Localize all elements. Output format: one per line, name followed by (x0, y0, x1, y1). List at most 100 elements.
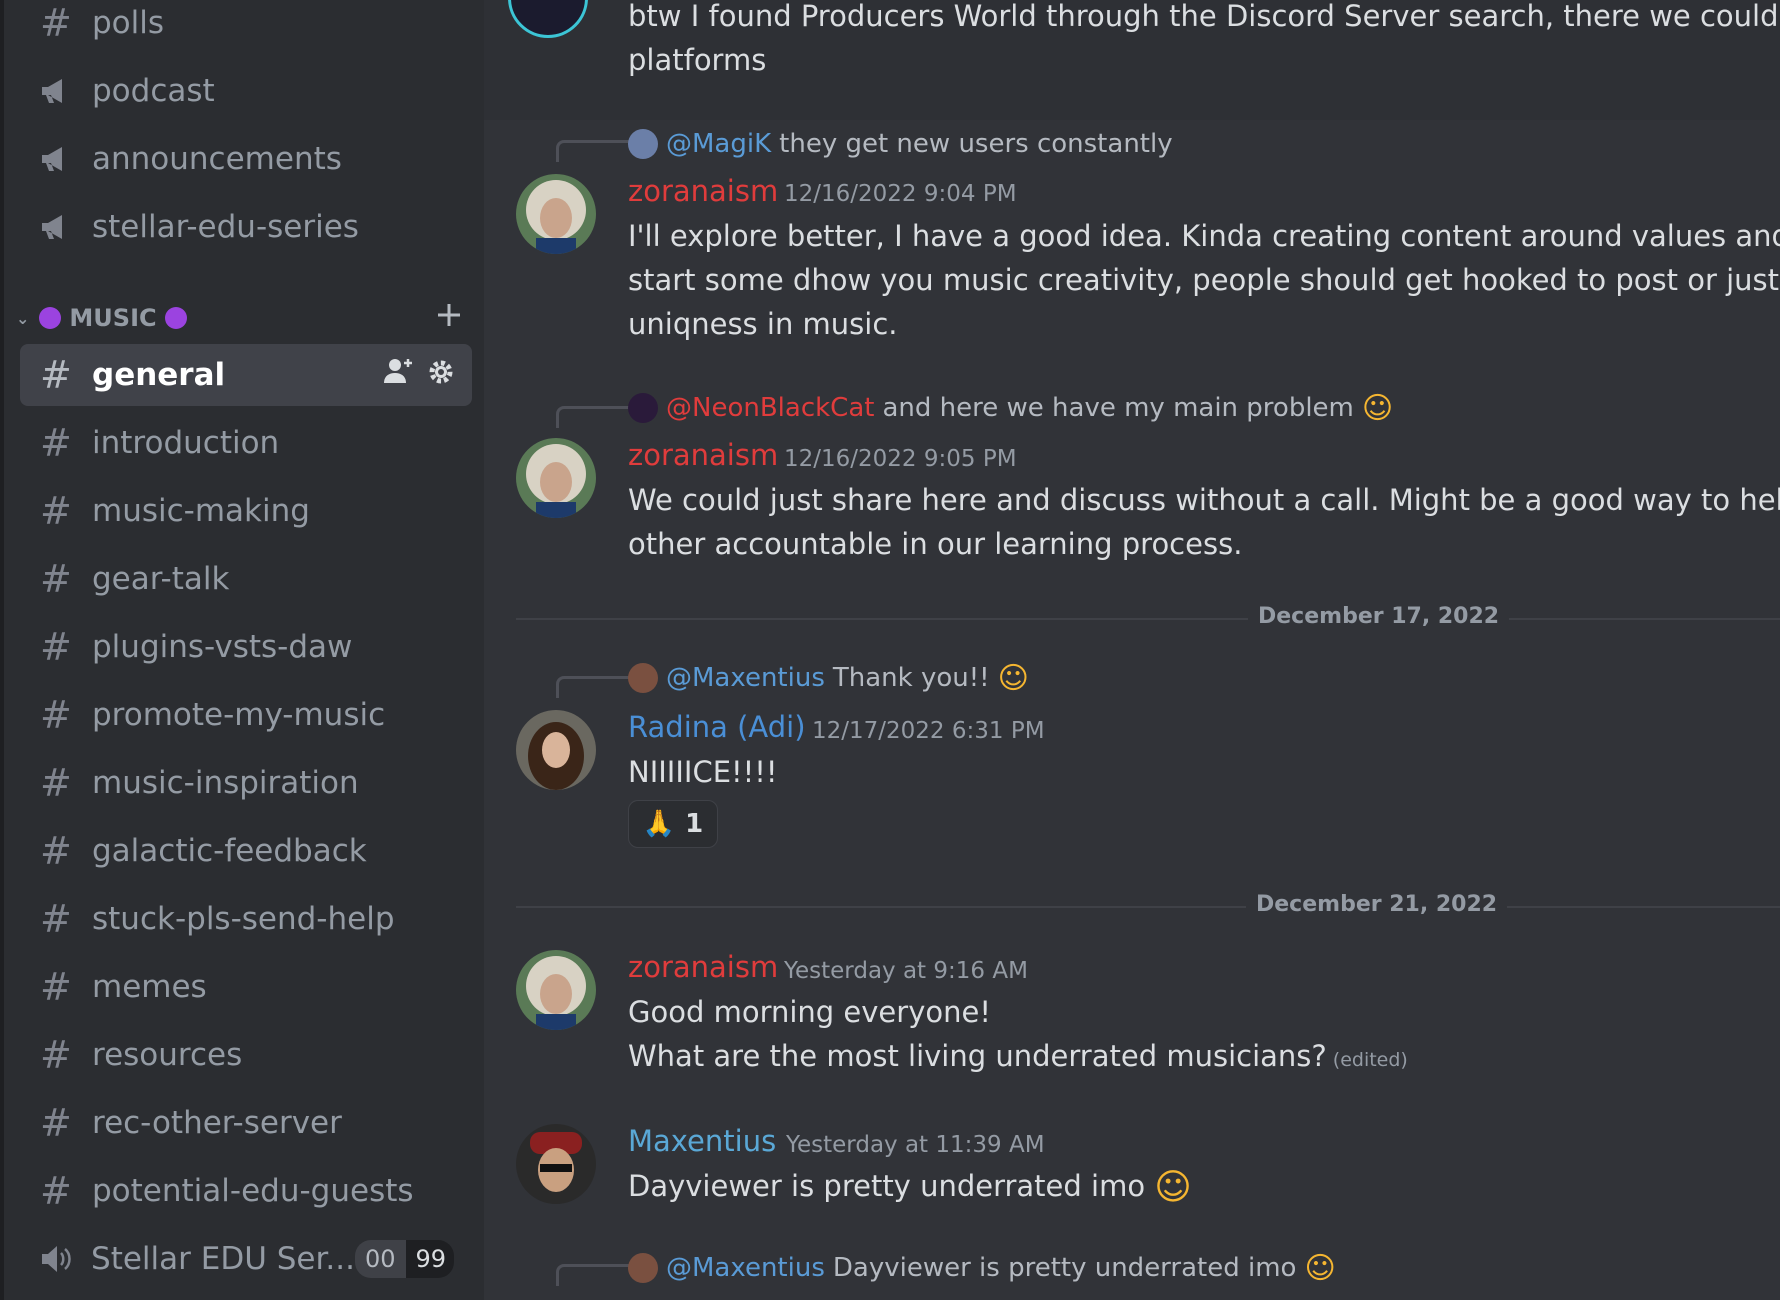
channel-gear-talk[interactable]: # gear-talk (20, 548, 472, 610)
avatar[interactable] (516, 1124, 596, 1204)
hash-icon: # (40, 353, 72, 397)
timestamp: Yesterday at 9:16 AM (784, 958, 1028, 984)
gear-icon[interactable] (428, 357, 454, 393)
speaker-icon (40, 1244, 87, 1274)
mention[interactable]: @Maxentius (666, 1253, 825, 1283)
reply-text: they get new users constantly (779, 129, 1173, 159)
hash-icon: # (40, 1033, 72, 1077)
channel-plugins-vsts-daw[interactable]: # plugins-vsts-daw (20, 616, 472, 678)
announcement-icon (40, 77, 88, 105)
message-line: other accountable in our learning proces… (628, 527, 1243, 561)
hash-icon: # (40, 421, 72, 465)
hash-icon: # (40, 625, 72, 669)
upside-down-face-emoji-icon: ☺ (1154, 1167, 1192, 1208)
message-list: btw I found Producers World through the … (484, 0, 1780, 1300)
avatar (628, 663, 658, 693)
channel-galactic-feedback[interactable]: # galactic-feedback (20, 820, 472, 882)
folded-hands-emoji-icon: 🙏 (642, 809, 676, 839)
mention[interactable]: @NeonBlackCat (666, 393, 874, 423)
reply-preview[interactable]: @Maxentius Thank you!! ☺ (628, 660, 1029, 696)
avatar (628, 393, 658, 423)
author-name[interactable]: Maxentius (628, 1124, 776, 1158)
channel-music-inspiration[interactable]: # music-inspiration (20, 752, 472, 814)
message-line: uniqness in music. (628, 307, 898, 341)
timestamp: Yesterday at 11:39 AM (786, 1132, 1045, 1158)
avatar[interactable] (516, 174, 596, 254)
mention[interactable]: @Maxentius (666, 663, 825, 693)
channel-memes[interactable]: # memes (20, 956, 472, 1018)
reaction-pill[interactable]: 🙏 1 (628, 800, 718, 848)
channel-label: stellar-edu-series (92, 209, 359, 245)
reaction-count: 1 (685, 809, 704, 839)
hash-icon: # (40, 557, 72, 601)
purple-circle-icon (39, 307, 62, 329)
channel-label: general (92, 357, 226, 393)
channel-label: stuck-pls-send-help (92, 901, 395, 937)
author-name[interactable]: zoranaism (628, 950, 778, 984)
author-name[interactable]: Radina (Adi) (628, 710, 806, 744)
hash-icon: # (40, 489, 72, 533)
author-name[interactable]: zoranaism (628, 438, 778, 472)
avatar[interactable] (516, 438, 596, 518)
channel-promote-my-music[interactable]: # promote-my-music (20, 684, 472, 746)
channel-label: promote-my-music (92, 697, 386, 733)
mention[interactable]: @MagiK (666, 129, 771, 159)
channel-rec-other-server[interactable]: # rec-other-server (20, 1092, 472, 1154)
message-line: NIIIIICE!!!! (628, 755, 778, 789)
reply-preview[interactable]: @NeonBlackCat and here we have my main p… (628, 390, 1393, 426)
channel-resources[interactable]: # resources (20, 1024, 472, 1086)
category-music[interactable]: ⌄ MUSIC (16, 298, 476, 338)
channel-podcast[interactable]: podcast (20, 60, 472, 122)
reply-connector (556, 676, 632, 698)
timestamp: 12/16/2022 9:05 PM (784, 446, 1017, 472)
channel-stuck-pls-send-help[interactable]: # stuck-pls-send-help (20, 888, 472, 950)
channel-label: announcements (92, 141, 342, 177)
reply-connector (556, 1264, 632, 1286)
hash-icon: # (40, 897, 72, 941)
reply-preview[interactable]: @Maxentius Dayviewer is pretty underrate… (628, 1250, 1336, 1286)
channel-music-making[interactable]: # music-making (20, 480, 472, 542)
avatar (628, 1253, 658, 1283)
channel-introduction[interactable]: # introduction (20, 412, 472, 474)
date-divider-label: December 21, 2022 (1246, 892, 1508, 917)
channel-label: plugins-vsts-daw (92, 629, 353, 665)
reply-preview[interactable]: @MagiK they get new users constantly (628, 126, 1173, 162)
channel-label: galactic-feedback (92, 833, 367, 869)
channel-potential-edu-guests[interactable]: # potential-edu-guests (20, 1160, 472, 1222)
reply-connector (556, 140, 632, 162)
channel-announcements[interactable]: announcements (20, 128, 472, 190)
reply-text: Thank you!! (832, 663, 990, 693)
category-label: MUSIC (69, 304, 157, 332)
message-line: What are the most living underrated musi… (628, 1039, 1408, 1073)
avatar[interactable] (516, 950, 596, 1030)
channel-label: music-inspiration (92, 765, 359, 801)
hash-icon: # (40, 1169, 72, 1213)
channel-polls[interactable]: # polls (20, 0, 472, 54)
channel-label: resources (92, 1037, 243, 1073)
invite-icon[interactable] (384, 357, 414, 393)
channel-stellar-edu-series[interactable]: stellar-edu-series (20, 196, 472, 258)
hash-icon: # (40, 761, 72, 805)
purple-circle-icon (164, 307, 187, 329)
hash-icon: # (40, 1, 72, 45)
voice-channel-stellar-edu[interactable]: Stellar EDU Ser... 00 99 (20, 1228, 472, 1290)
reply-text: and here we have my main problem (882, 393, 1354, 423)
message-line: platforms (628, 43, 767, 77)
hash-icon: # (40, 829, 72, 873)
reply-text: Dayviewer is pretty underrated imo (832, 1253, 1297, 1283)
reply-connector (556, 406, 632, 428)
channel-label: gear-talk (92, 561, 230, 597)
channel-label: polls (92, 5, 165, 41)
date-divider (516, 906, 1780, 908)
avatar[interactable] (516, 710, 596, 790)
message-line: We could just share here and discuss wit… (628, 483, 1780, 517)
channel-label: rec-other-server (92, 1105, 342, 1141)
channel-general[interactable]: # general (20, 344, 472, 406)
author-name[interactable]: zoranaism (628, 174, 778, 208)
timestamp: 12/16/2022 9:04 PM (784, 181, 1017, 207)
chevron-down-icon: ⌄ (16, 308, 30, 328)
add-channel-icon[interactable] (436, 302, 462, 334)
channel-label: introduction (92, 425, 280, 461)
message-line: Good morning everyone! (628, 995, 991, 1029)
channel-label: podcast (92, 73, 215, 109)
